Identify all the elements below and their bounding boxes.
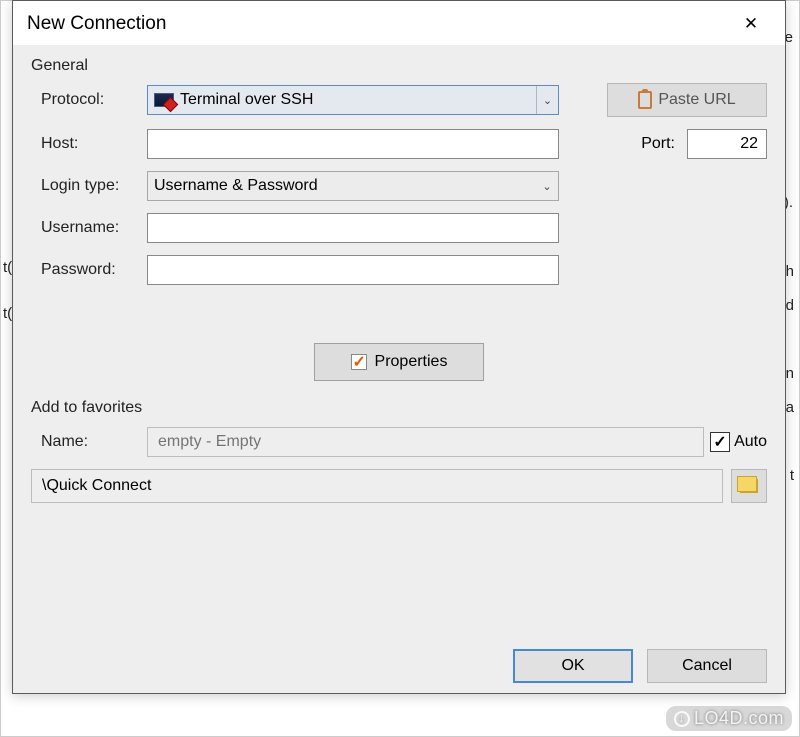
folder-icon bbox=[740, 479, 758, 493]
protocol-combobox[interactable]: Terminal over SSH ⌄ bbox=[147, 85, 559, 115]
checkbox-icon: ✓ bbox=[710, 432, 730, 452]
cancel-button[interactable]: Cancel bbox=[647, 649, 767, 683]
chevron-down-icon: ⌄ bbox=[536, 86, 558, 114]
download-icon bbox=[674, 711, 690, 727]
auto-checkbox[interactable]: ✓ Auto bbox=[710, 432, 767, 452]
name-label: Name: bbox=[31, 433, 141, 451]
dialog-buttons: OK Cancel bbox=[513, 649, 767, 683]
close-button[interactable] bbox=[731, 9, 771, 39]
cancel-label: Cancel bbox=[682, 657, 732, 675]
host-label: Host: bbox=[31, 135, 141, 153]
protocol-row: Protocol: Terminal over SSH ⌄ Paste URL bbox=[31, 83, 767, 117]
terminal-icon bbox=[154, 93, 174, 107]
username-input[interactable] bbox=[147, 213, 559, 243]
password-label: Password: bbox=[31, 261, 141, 279]
username-row: Username: bbox=[31, 213, 767, 243]
port-label: Port: bbox=[641, 135, 675, 153]
watermark: LO4D.com bbox=[666, 706, 792, 731]
auto-label: Auto bbox=[734, 433, 767, 451]
protocol-label: Protocol: bbox=[31, 91, 141, 109]
dialog-title: New Connection bbox=[27, 13, 166, 35]
favorites-section: Add to favorites Name: ✓ Auto bbox=[31, 399, 767, 503]
path-row bbox=[31, 469, 767, 503]
login-type-label: Login type: bbox=[31, 177, 141, 195]
properties-label: Properties bbox=[375, 353, 448, 371]
login-type-combobox[interactable]: Username & Password ⌄ bbox=[147, 171, 559, 201]
host-row: Host: Port: bbox=[31, 129, 767, 159]
clipboard-icon bbox=[638, 91, 652, 109]
protocol-value: Terminal over SSH bbox=[180, 91, 313, 109]
ok-label: OK bbox=[561, 657, 584, 675]
paste-url-button[interactable]: Paste URL bbox=[607, 83, 767, 117]
name-input[interactable] bbox=[147, 427, 704, 457]
login-type-row: Login type: Username & Password ⌄ bbox=[31, 171, 767, 201]
password-input[interactable] bbox=[147, 255, 559, 285]
watermark-text: LO4D.com bbox=[694, 708, 784, 729]
port-input[interactable] bbox=[687, 129, 767, 159]
username-label: Username: bbox=[31, 219, 141, 237]
name-row: Name: ✓ Auto bbox=[31, 427, 767, 457]
general-group-label: General bbox=[31, 57, 767, 75]
password-row: Password: bbox=[31, 255, 767, 285]
titlebar: New Connection bbox=[13, 1, 785, 45]
browse-folder-button[interactable] bbox=[731, 469, 767, 503]
paste-url-label: Paste URL bbox=[658, 91, 735, 109]
dialog-content: General Protocol: Terminal over SSH ⌄ Pa… bbox=[13, 45, 785, 693]
checklist-icon bbox=[351, 354, 367, 370]
favorites-group-label: Add to favorites bbox=[31, 399, 767, 417]
properties-button[interactable]: Properties bbox=[314, 343, 484, 381]
ok-button[interactable]: OK bbox=[513, 649, 633, 683]
host-input[interactable] bbox=[147, 129, 559, 159]
chevron-down-icon: ⌄ bbox=[536, 172, 558, 200]
login-type-value: Username & Password bbox=[154, 177, 318, 195]
path-input[interactable] bbox=[31, 469, 723, 503]
new-connection-dialog: New Connection General Protocol: Termina… bbox=[12, 0, 786, 694]
